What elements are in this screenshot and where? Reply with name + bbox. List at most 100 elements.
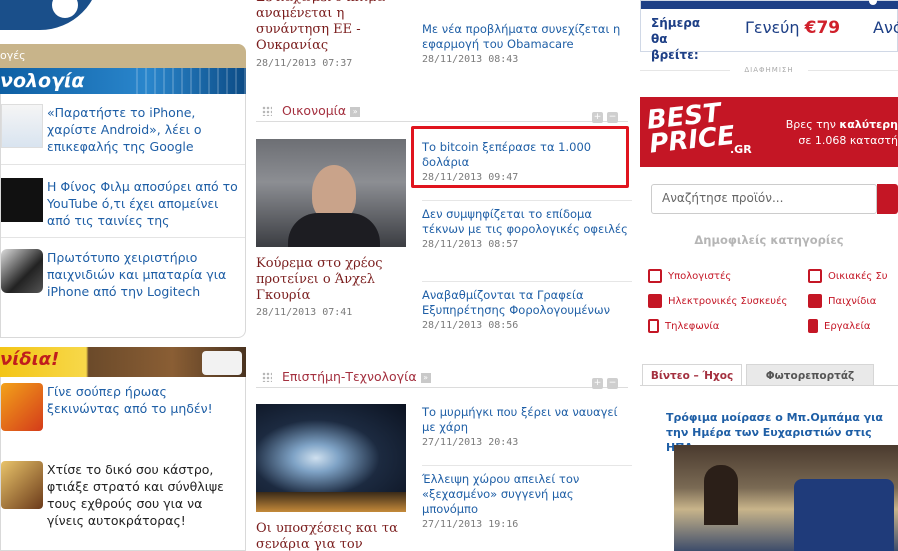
travel-ad-banner[interactable]: Σήμερα θα βρείτε: Γενεύη €79 Ανό: [640, 0, 898, 62]
category-label: Ηλεκτρονικές Συσκευές: [668, 296, 788, 307]
article-date: 27/11/2013 19:16: [422, 519, 519, 530]
section-title: Οικονομία: [282, 103, 347, 118]
highlight-box: [411, 126, 629, 188]
media-tabs: Βίντεο – Ήχος Φωτορεπορτάζ: [640, 364, 898, 386]
article-link[interactable]: Με νέα προβλήματα συνεχίζεται η εφαρμογή…: [422, 22, 632, 52]
list-item[interactable]: Το μυρμήγκι που ξέρει να ναυαγεί με χάρη…: [422, 405, 632, 448]
category-label: Τηλεφωνία: [665, 321, 720, 332]
video-thumbnail[interactable]: [674, 445, 898, 551]
bestprice-logo-suffix: .GR: [730, 143, 752, 156]
article-date: 27/11/2013 20:43: [422, 437, 519, 448]
game-link[interactable]: Γίνε σούπερ ήρωας ξεκινώντας από το μηδέ…: [47, 383, 242, 417]
ad-destination-2: Ανό: [873, 18, 898, 37]
article-feature-image[interactable]: [256, 139, 406, 247]
article-thumbnail: [1, 104, 43, 148]
article-link[interactable]: Αναβαθμίζονται τα Γραφεία Εξυπηρέτησης Φ…: [422, 288, 632, 318]
article-feature-image[interactable]: [256, 404, 406, 512]
tab-photo-report[interactable]: Φωτορεπορτάζ: [746, 364, 874, 386]
article-thumbnail: [1, 178, 43, 222]
grip-icon: [262, 106, 272, 116]
minus-icon[interactable]: −: [607, 112, 618, 123]
category-computers[interactable]: Υπολογιστές: [648, 269, 731, 283]
ad-offer: Γενεύη €79: [745, 18, 840, 38]
main-news-column: Σε λαχώμενο κλίμα αναμένεται η συνάντηση…: [256, 0, 632, 551]
product-search-input[interactable]: Αναζήτησε προϊόν...: [651, 184, 877, 214]
section-header-science: Επιστήμη-Τεχνολογία» + −: [256, 366, 628, 389]
tab-video-audio[interactable]: Βίντεο – Ήχος: [642, 364, 742, 386]
advertisement-label: ΔΙΑΦΗΜΙΣΗ: [640, 66, 898, 74]
category-label: Οικιακές Συ: [828, 271, 888, 282]
divider: [1, 237, 245, 238]
ad-price: €79: [804, 18, 841, 38]
article-link[interactable]: Δεν συμψηφίζεται το επίδομα τέκνων με τι…: [422, 207, 632, 237]
category-label: Εργαλεία: [824, 321, 871, 332]
article-link[interactable]: Πρωτότυπο χειριστήριο παιχνιδιών και μπα…: [47, 249, 242, 300]
games-banner[interactable]: νίδια!: [0, 347, 246, 377]
news-portal-page: ογές νολογία «Παρατήστε το iPhone, χαρίσ…: [0, 0, 898, 551]
bestprice-tagline-line1: Βρες την καλύτερη: [774, 117, 898, 133]
site-logo[interactable]: [0, 0, 100, 30]
technology-banner-label: νολογία: [0, 70, 85, 92]
tools-icon: [808, 319, 818, 333]
article-date: 28/11/2013 07:37: [256, 58, 353, 69]
bestprice-banner[interactable]: BEST PRICE .GR Βρες την καλύτερη σε 1.06…: [640, 97, 898, 167]
category-electronics[interactable]: Ηλεκτρονικές Συσκευές: [648, 294, 787, 308]
technology-news-box: «Παρατήστε το iPhone, χαρίστε Android», …: [0, 94, 246, 338]
category-home-appliances[interactable]: Οικιακές Συ: [808, 269, 888, 283]
article-link[interactable]: Έλλειψη χώρου απειλεί τον «ξεχασμένο» συ…: [422, 472, 632, 517]
headline-link[interactable]: Σε λαχώμενο κλίμα αναμένεται η συνάντηση…: [256, 0, 406, 54]
feature-headline-link[interactable]: Οι υποσχέσεις και τα σενάρια για τον: [256, 521, 408, 551]
article-date: 28/11/2013 08:43: [422, 54, 519, 65]
category-label: Παιχνίδια: [828, 296, 877, 307]
bestprice-tagline-line2: σε 1.068 καταστή: [798, 134, 898, 147]
right-sidebar: Σήμερα θα βρείτε: Γενεύη €79 Ανό ΔΙΑΦΗΜΙ…: [640, 0, 898, 551]
technology-banner[interactable]: νολογία: [0, 68, 246, 94]
article-date: 28/11/2013 08:57: [422, 239, 519, 250]
list-item[interactable]: Δεν συμψηφίζεται το επίδομα τέκνων με τι…: [422, 200, 632, 250]
camera-icon: [648, 294, 662, 308]
game-thumbnail: [1, 461, 43, 509]
game-thumbnail: [1, 383, 43, 431]
left-column: ογές νολογία «Παρατήστε το iPhone, χαρίσ…: [0, 0, 246, 551]
category-telephony[interactable]: Τηλεφωνία: [648, 319, 719, 333]
search-button[interactable]: [877, 184, 898, 214]
article-link[interactable]: Η Φίνος Φιλμ αποσύρει από το YouTube ό,τ…: [47, 178, 242, 229]
games-banner-label: νίδια!: [0, 349, 60, 370]
plus-icon[interactable]: +: [592, 378, 603, 389]
bestprice-tagline: Βρες την καλύτερη σε 1.068 καταστή: [774, 117, 898, 149]
computer-icon: [648, 269, 662, 283]
category-label: Υπολογιστές: [668, 271, 732, 282]
section-header-economy: Οικονομία» + −: [256, 100, 628, 123]
article-date: 28/11/2013 07:41: [256, 307, 353, 318]
arrow-right-icon[interactable]: »: [350, 106, 361, 117]
article-thumbnail: [1, 249, 43, 293]
game-link[interactable]: Χτίσε το δικό σου κάστρο, φτιάξε στρατό …: [47, 461, 242, 529]
arrow-right-icon[interactable]: »: [420, 372, 431, 383]
grip-icon: [262, 372, 272, 382]
ad-text: Σήμερα θα βρείτε:: [651, 16, 701, 62]
ad-destination: Γενεύη: [745, 18, 800, 37]
section-title: Επιστήμη-Τεχνολογία: [282, 369, 417, 384]
category-toys[interactable]: Παιχνίδια: [808, 294, 876, 308]
appliance-icon: [808, 269, 822, 283]
category-strip: ογές: [0, 44, 246, 68]
article-link[interactable]: Το μυρμήγκι που ξέρει να ναυαγεί με χάρη: [422, 405, 632, 435]
category-tools[interactable]: Εργαλεία: [808, 319, 870, 333]
popular-categories-title: Δημοφιλείς κατηγορίες: [694, 233, 844, 247]
games-box: Γίνε σούπερ ήρωας ξεκινώντας από το μηδέ…: [0, 377, 246, 551]
section-title-link[interactable]: Οικονομία»: [282, 103, 361, 118]
media-tab-panel: Τρόφιμα μοίρασε ο Μπ.Ομπάμα για την Ημέρ…: [640, 385, 898, 551]
section-title-link[interactable]: Επιστήμη-Τεχνολογία»: [282, 369, 431, 384]
feature-headline-link[interactable]: Κούρεμα στο χρέος προτείνει ο Άνχελ Γκου…: [256, 256, 408, 304]
plus-icon[interactable]: +: [592, 112, 603, 123]
minus-icon[interactable]: −: [607, 378, 618, 389]
dice-icon: [202, 351, 242, 375]
article-link[interactable]: «Παρατήστε το iPhone, χαρίστε Android», …: [47, 104, 242, 155]
phone-icon: [648, 319, 659, 333]
list-item[interactable]: Αναβαθμίζονται τα Γραφεία Εξυπηρέτησης Φ…: [422, 281, 632, 331]
divider: [1, 164, 245, 165]
list-item[interactable]: Έλλειψη χώρου απειλεί τον «ξεχασμένο» συ…: [422, 465, 632, 530]
tagline-bold: καλύτερη: [839, 118, 898, 131]
dice-icon: [808, 294, 822, 308]
list-item[interactable]: Με νέα προβλήματα συνεχίζεται η εφαρμογή…: [422, 22, 632, 65]
